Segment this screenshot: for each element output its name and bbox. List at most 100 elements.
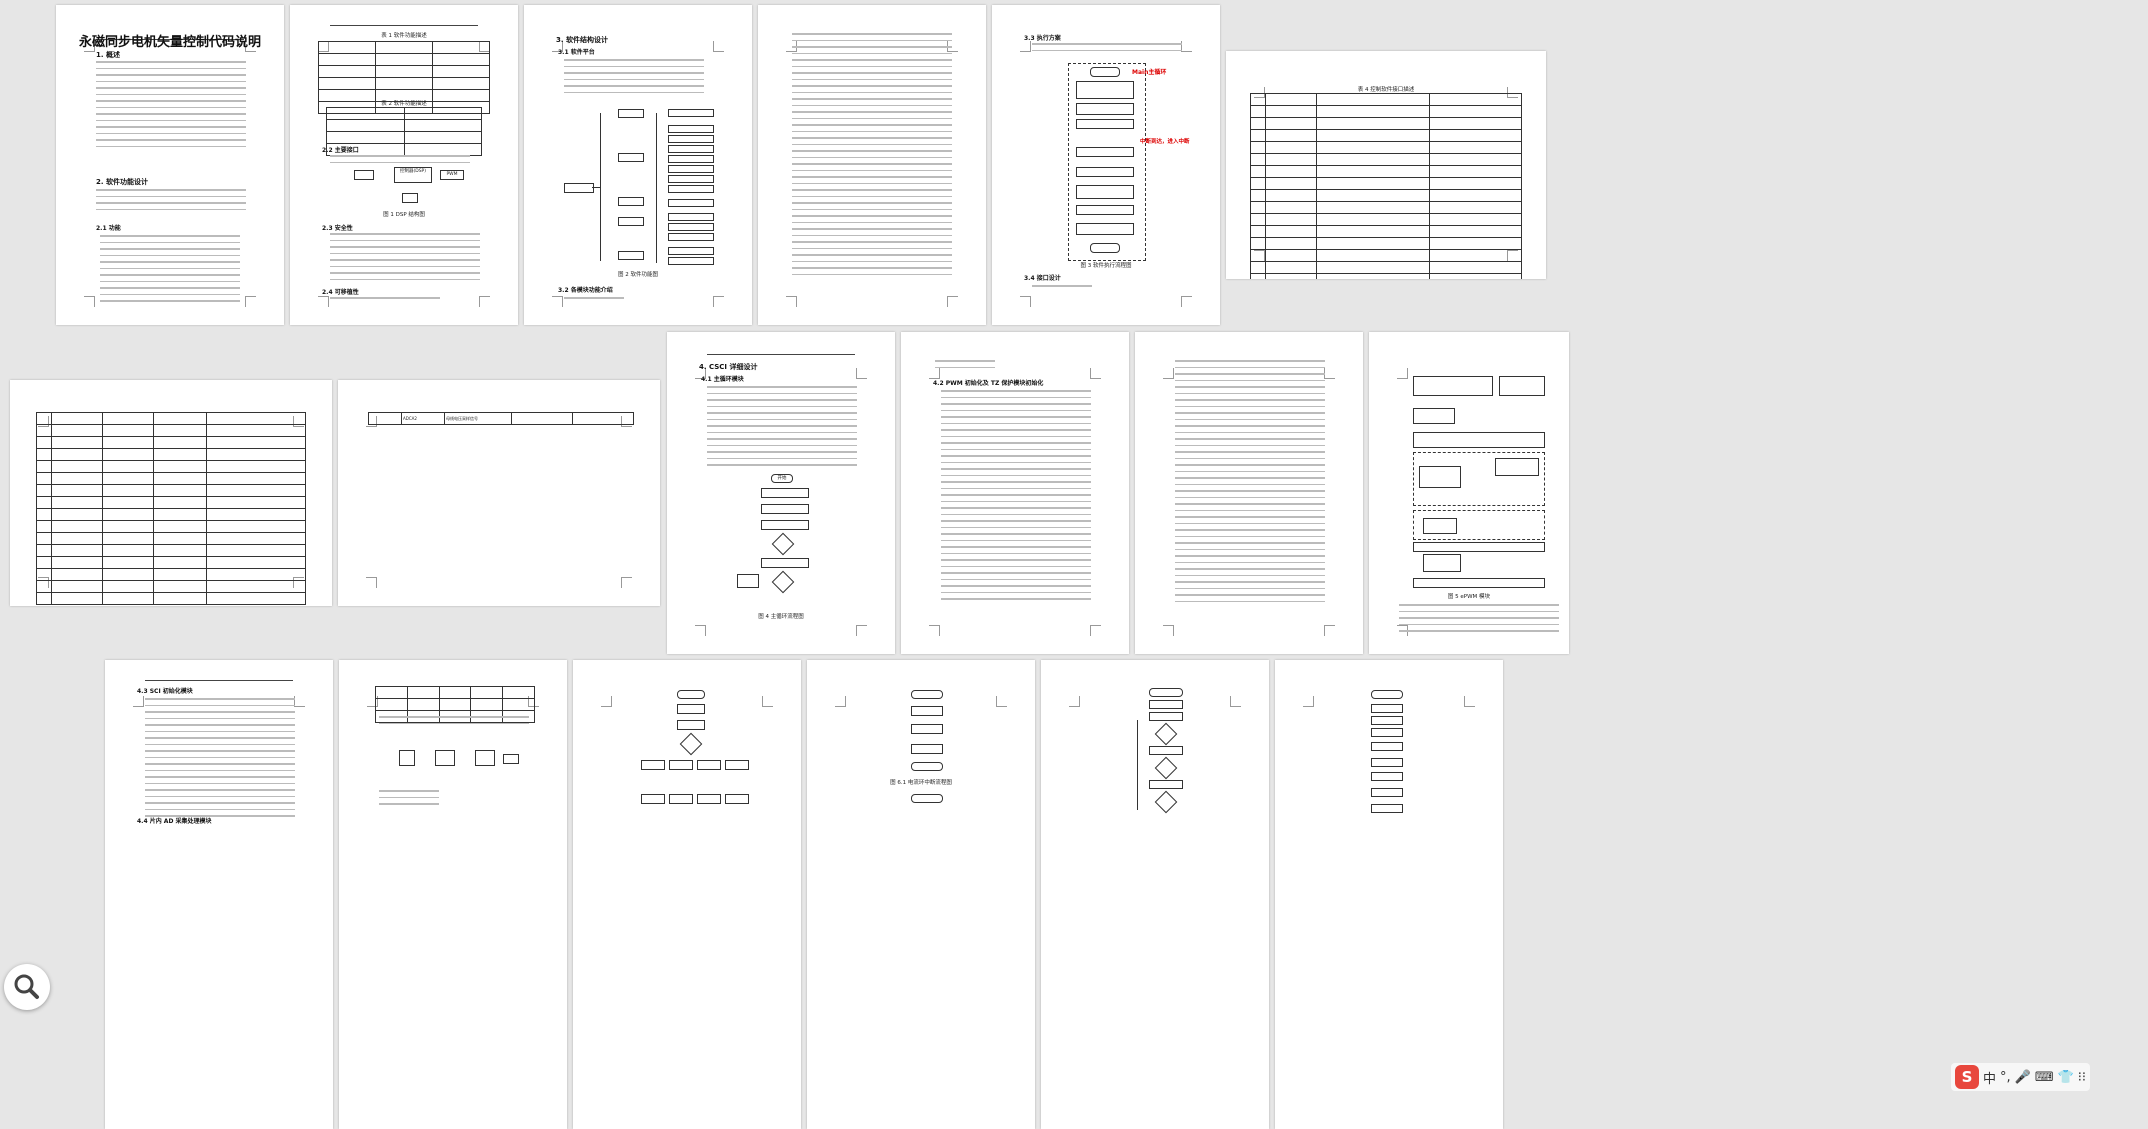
section-heading: 3.1 软件平台: [558, 49, 595, 56]
flow-step: [761, 558, 809, 568]
section-heading: 3. 软件结构设计: [556, 36, 608, 44]
flow-step: [911, 744, 943, 754]
flow-step: [697, 760, 721, 770]
section-heading: 4.4 片内 AD 采集处理模块: [137, 818, 212, 825]
flow-step: [761, 488, 809, 498]
flow-step: [677, 720, 705, 730]
page-corner-mark: [1324, 625, 1335, 636]
page-thumbnail-4[interactable]: [758, 5, 986, 325]
ime-logo-icon[interactable]: S: [1955, 1065, 1979, 1089]
section-heading: 3.3 执行方案: [1024, 35, 1061, 42]
page-thumbnail-9[interactable]: 4. CSCI 详细设计 4.1 主循环模块 开始 图 4 主循环流程图: [667, 332, 895, 654]
page-thumbnail-16[interactable]: 图 6.1 电流环中断流程图: [807, 660, 1035, 1129]
page-thumbnail-13[interactable]: 4.3 SCI 初始化模块 4.4 片内 AD 采集处理模块: [105, 660, 333, 1129]
paragraph-text: [1399, 604, 1559, 637]
page-thumbnail-5[interactable]: 3.3 执行方案 Main主循环 中断到达，进入中断 图 3 软件执行流程图 3…: [992, 5, 1220, 325]
flow-step: [1371, 772, 1403, 781]
flow-step: [1076, 119, 1134, 129]
paragraph-text: [100, 235, 240, 307]
page-thumbnail-12[interactable]: 图 5 ePWM 模块: [1369, 332, 1569, 654]
tree-leaf-box: [668, 109, 714, 117]
page-corner-mark: [929, 625, 940, 636]
flow-step: [1371, 704, 1403, 713]
page-corner-mark: [84, 296, 95, 307]
page-thumbnail-2[interactable]: 表 1 软件功能描述 表 2 软件功能描述 2.2 主要接口 控制器(DSP) …: [290, 5, 518, 325]
flow-step: [725, 794, 749, 804]
flow-decision: [679, 732, 703, 756]
flow-step: [911, 724, 943, 734]
epwm-block: [1419, 466, 1461, 488]
ime-punctuation-toggle[interactable]: °,: [2000, 1070, 2011, 1085]
flow-decision: [1154, 790, 1178, 814]
grid-menu-icon[interactable]: ⁝⁝: [2078, 1070, 2086, 1085]
figure-caption: 图 1 DSP 结构图: [383, 212, 425, 218]
flow-step: [677, 704, 705, 714]
flow-decision: [771, 532, 795, 556]
page-thumbnail-10[interactable]: 4.2 PWM 初始化及 TZ 保护模块初始化: [901, 332, 1129, 654]
tree-root-box: [564, 183, 594, 193]
figure-caption: 图 5 ePWM 模块: [1447, 594, 1491, 600]
page-thumbnail-14[interactable]: [339, 660, 567, 1129]
skin-icon[interactable]: 👕: [2058, 1070, 2074, 1085]
page-corner-mark: [713, 296, 724, 307]
flow-step: [697, 794, 721, 804]
page-corner-mark: [133, 696, 144, 707]
section-heading: 2.4 可移植性: [322, 289, 359, 296]
main-loop-label: Main主循环: [1132, 69, 1167, 76]
paragraph-text: [1175, 360, 1325, 607]
page-corner-mark: [1303, 696, 1314, 707]
tree-leaf-box: [668, 145, 714, 153]
page-corner-mark: [245, 296, 256, 307]
paragraph-text: [379, 790, 439, 810]
page-header-rule: [707, 354, 855, 355]
search-button[interactable]: [4, 964, 50, 1010]
flow-step: [1076, 81, 1134, 99]
tree-leaf-box: [668, 199, 714, 207]
section-heading: 4.3 SCI 初始化模块: [137, 688, 193, 695]
microphone-icon[interactable]: 🎤: [2015, 1070, 2031, 1085]
table-caption: 表 4 控制软件接口描述: [1357, 87, 1415, 93]
ime-language-toggle[interactable]: 中: [1983, 1068, 1996, 1087]
epwm-block: [1423, 554, 1461, 572]
page-thumbnail-6-landscape[interactable]: 表 4 控制软件接口描述: [1226, 51, 1546, 279]
flow-start: [677, 690, 705, 699]
connector: [656, 113, 657, 263]
interrupt-label: 中断到达，进入中断: [1140, 139, 1190, 145]
page-thumbnail-3[interactable]: 3. 软件结构设计 3.1 软件平台 图 2 软件功能图 3.2 各模块功能介绍: [524, 5, 752, 325]
tree-leaf-box: [668, 185, 714, 193]
flow-step: [761, 520, 809, 530]
epwm-block: [1413, 542, 1545, 552]
tree-node-box: [618, 217, 644, 226]
adc-block: [435, 750, 455, 766]
page-corner-mark: [1163, 625, 1174, 636]
flow-step: [1371, 758, 1403, 767]
page-corner-mark: [1069, 696, 1080, 707]
table-caption: 表 1 软件功能描述: [381, 33, 427, 39]
page-thumbnail-17[interactable]: [1041, 660, 1269, 1129]
flow-step: [1076, 223, 1134, 235]
page-corner-mark: [1324, 368, 1335, 379]
page-corner-mark: [1020, 41, 1031, 52]
page-thumbnail-1[interactable]: 永磁同步电机矢量控制代码说明 1. 概述 2. 软件功能设计 2.1 功能: [56, 5, 284, 325]
flow-step: [1371, 728, 1403, 737]
flow-step: [911, 706, 943, 716]
flow-end: [911, 762, 943, 771]
page-corner-mark: [318, 296, 329, 307]
page-thumbnail-15[interactable]: [573, 660, 801, 1129]
tree-leaf-box: [668, 223, 714, 231]
page-thumbnail-11[interactable]: [1135, 332, 1363, 654]
page-thumbnail-7-landscape[interactable]: [10, 380, 332, 606]
figure-caption: 图 6.1 电流环中断流程图: [890, 780, 952, 786]
paragraph-text: [707, 386, 857, 471]
page-thumbnail-8-landscape[interactable]: ADCA2 母线电压采样信号: [338, 380, 660, 606]
magnifier-icon: [14, 974, 39, 999]
flow-step: [1076, 205, 1134, 215]
flow-step: [761, 504, 809, 514]
connector: [600, 113, 601, 261]
keyboard-icon[interactable]: ⌨: [2035, 1070, 2054, 1085]
flow-start: [911, 690, 943, 699]
ime-toolbar[interactable]: S 中 °, 🎤 ⌨ 👕 ⁝⁝: [1951, 1063, 2091, 1091]
page-thumbnail-18[interactable]: [1275, 660, 1503, 1129]
adc-block: [475, 750, 495, 766]
figure-caption: 图 4 主循环流程图: [758, 614, 804, 620]
